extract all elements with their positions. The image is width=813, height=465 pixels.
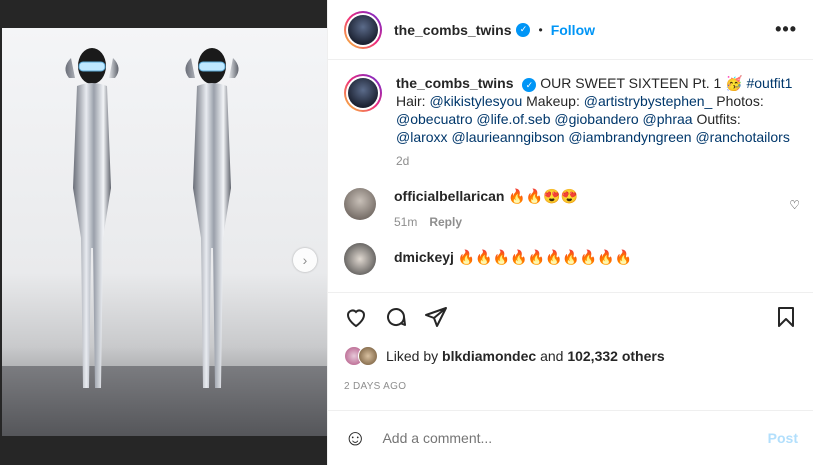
photos-handles-link[interactable]: @obecuatro @life.of.seb @giobandero @phr… [396,111,693,127]
liker-username[interactable]: blkdiamondec [442,348,536,364]
author-username[interactable]: the_combs_twins [394,22,511,38]
comment-icon[interactable] [384,305,408,334]
comments-section[interactable]: the_combs_twins ✓ OUR SWEET SIXTEEN Pt. … [328,60,813,292]
photos-label: Photos: [716,93,764,109]
caption-avatar[interactable] [344,74,382,112]
post-image[interactable]: › [2,28,327,436]
comment-time: 51m [394,215,418,229]
heart-icon[interactable] [344,305,368,334]
makeup-handle-link[interactable]: @artistrybystephen_ [584,93,713,109]
comment-like-heart-icon[interactable]: ♡ [789,198,800,212]
follow-button[interactable]: Follow [551,22,595,38]
header-separator: • [538,22,543,37]
instagram-post-modal: › the_combs_twins ✓ • Follow ••• the_com… [0,0,813,465]
likes-summary: Liked by blkdiamondec and 102,332 others [344,346,665,366]
add-comment-bar: ☺ Post [328,410,813,465]
twin-figure-right [185,48,239,388]
likes-count[interactable]: 102,332 others [567,348,664,364]
carousel-next-button[interactable]: › [293,248,317,272]
twin-figure-left [65,48,119,388]
verified-badge-icon: ✓ [516,22,531,37]
liker-avatar [358,346,378,366]
liked-by-label: Liked by [386,348,439,364]
comment-username[interactable]: dmickeyj [394,249,454,265]
caption-title: OUR SWEET SIXTEEN Pt. 1 🥳 [540,75,743,91]
hair-label: Hair: [396,93,426,109]
more-options-icon[interactable]: ••• [775,19,797,40]
post-side-panel: the_combs_twins ✓ • Follow ••• the_combs… [327,0,813,465]
outfits-handles-link[interactable]: @laroxx @laurieanngibson @iambrandyngree… [396,129,790,145]
outfits-label: Outfits: [696,111,741,127]
comment-text: 🔥🔥🔥🔥🔥🔥🔥🔥🔥🔥 [457,249,633,265]
reply-button[interactable]: Reply [429,215,462,229]
photo-floor [2,366,327,436]
commenter-avatar[interactable] [344,188,376,220]
caption-username[interactable]: the_combs_twins [396,75,513,91]
verified-badge-icon: ✓ [522,78,537,92]
post-comment-button[interactable]: Post [768,430,798,446]
comment-item: dmickeyj 🔥🔥🔥🔥🔥🔥🔥🔥🔥🔥 [328,243,813,275]
share-icon[interactable] [424,305,448,334]
emoji-icon[interactable]: ☺ [344,425,366,451]
caption-timestamp: 2d [396,154,410,168]
chevron-right-icon: › [302,252,308,268]
hashtag-link[interactable]: #outfit1 [746,75,792,91]
comment-text: 🔥🔥😍😍 [508,188,579,204]
comment-item: officialbellarican 🔥🔥😍😍 51m Reply ♡ [328,188,813,229]
commenter-avatar[interactable] [344,243,376,275]
post-caption: the_combs_twins ✓ OUR SWEET SIXTEEN Pt. … [328,60,813,170]
post-date[interactable]: 2 DAYS AGO [344,381,406,392]
bookmark-icon[interactable] [774,305,798,334]
author-avatar[interactable] [344,10,382,49]
likes-and: and [540,348,564,364]
comment-username[interactable]: officialbellarican [394,188,504,204]
comment-input[interactable] [382,430,723,446]
hair-handle-link[interactable]: @kikistylesyou [429,93,522,109]
post-actions [328,292,813,334]
post-header: the_combs_twins ✓ • Follow ••• [328,0,813,60]
makeup-label: Makeup: [526,93,580,109]
caption-text: the_combs_twins ✓ OUR SWEET SIXTEEN Pt. … [396,74,796,170]
